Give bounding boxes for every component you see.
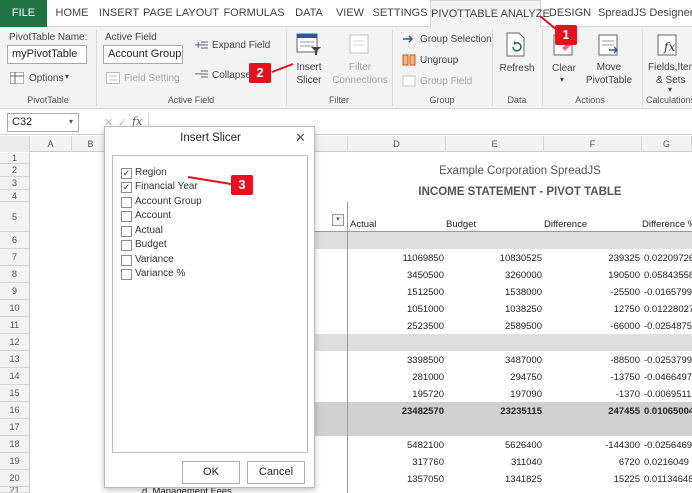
arrow-3 (187, 176, 232, 185)
arrow-2 (271, 63, 294, 73)
step-badge-1: 1 (555, 25, 577, 45)
annotation-arrows (187, 15, 558, 185)
step-badge-2: 2 (249, 63, 271, 83)
step-badge-3: 3 (231, 175, 253, 195)
